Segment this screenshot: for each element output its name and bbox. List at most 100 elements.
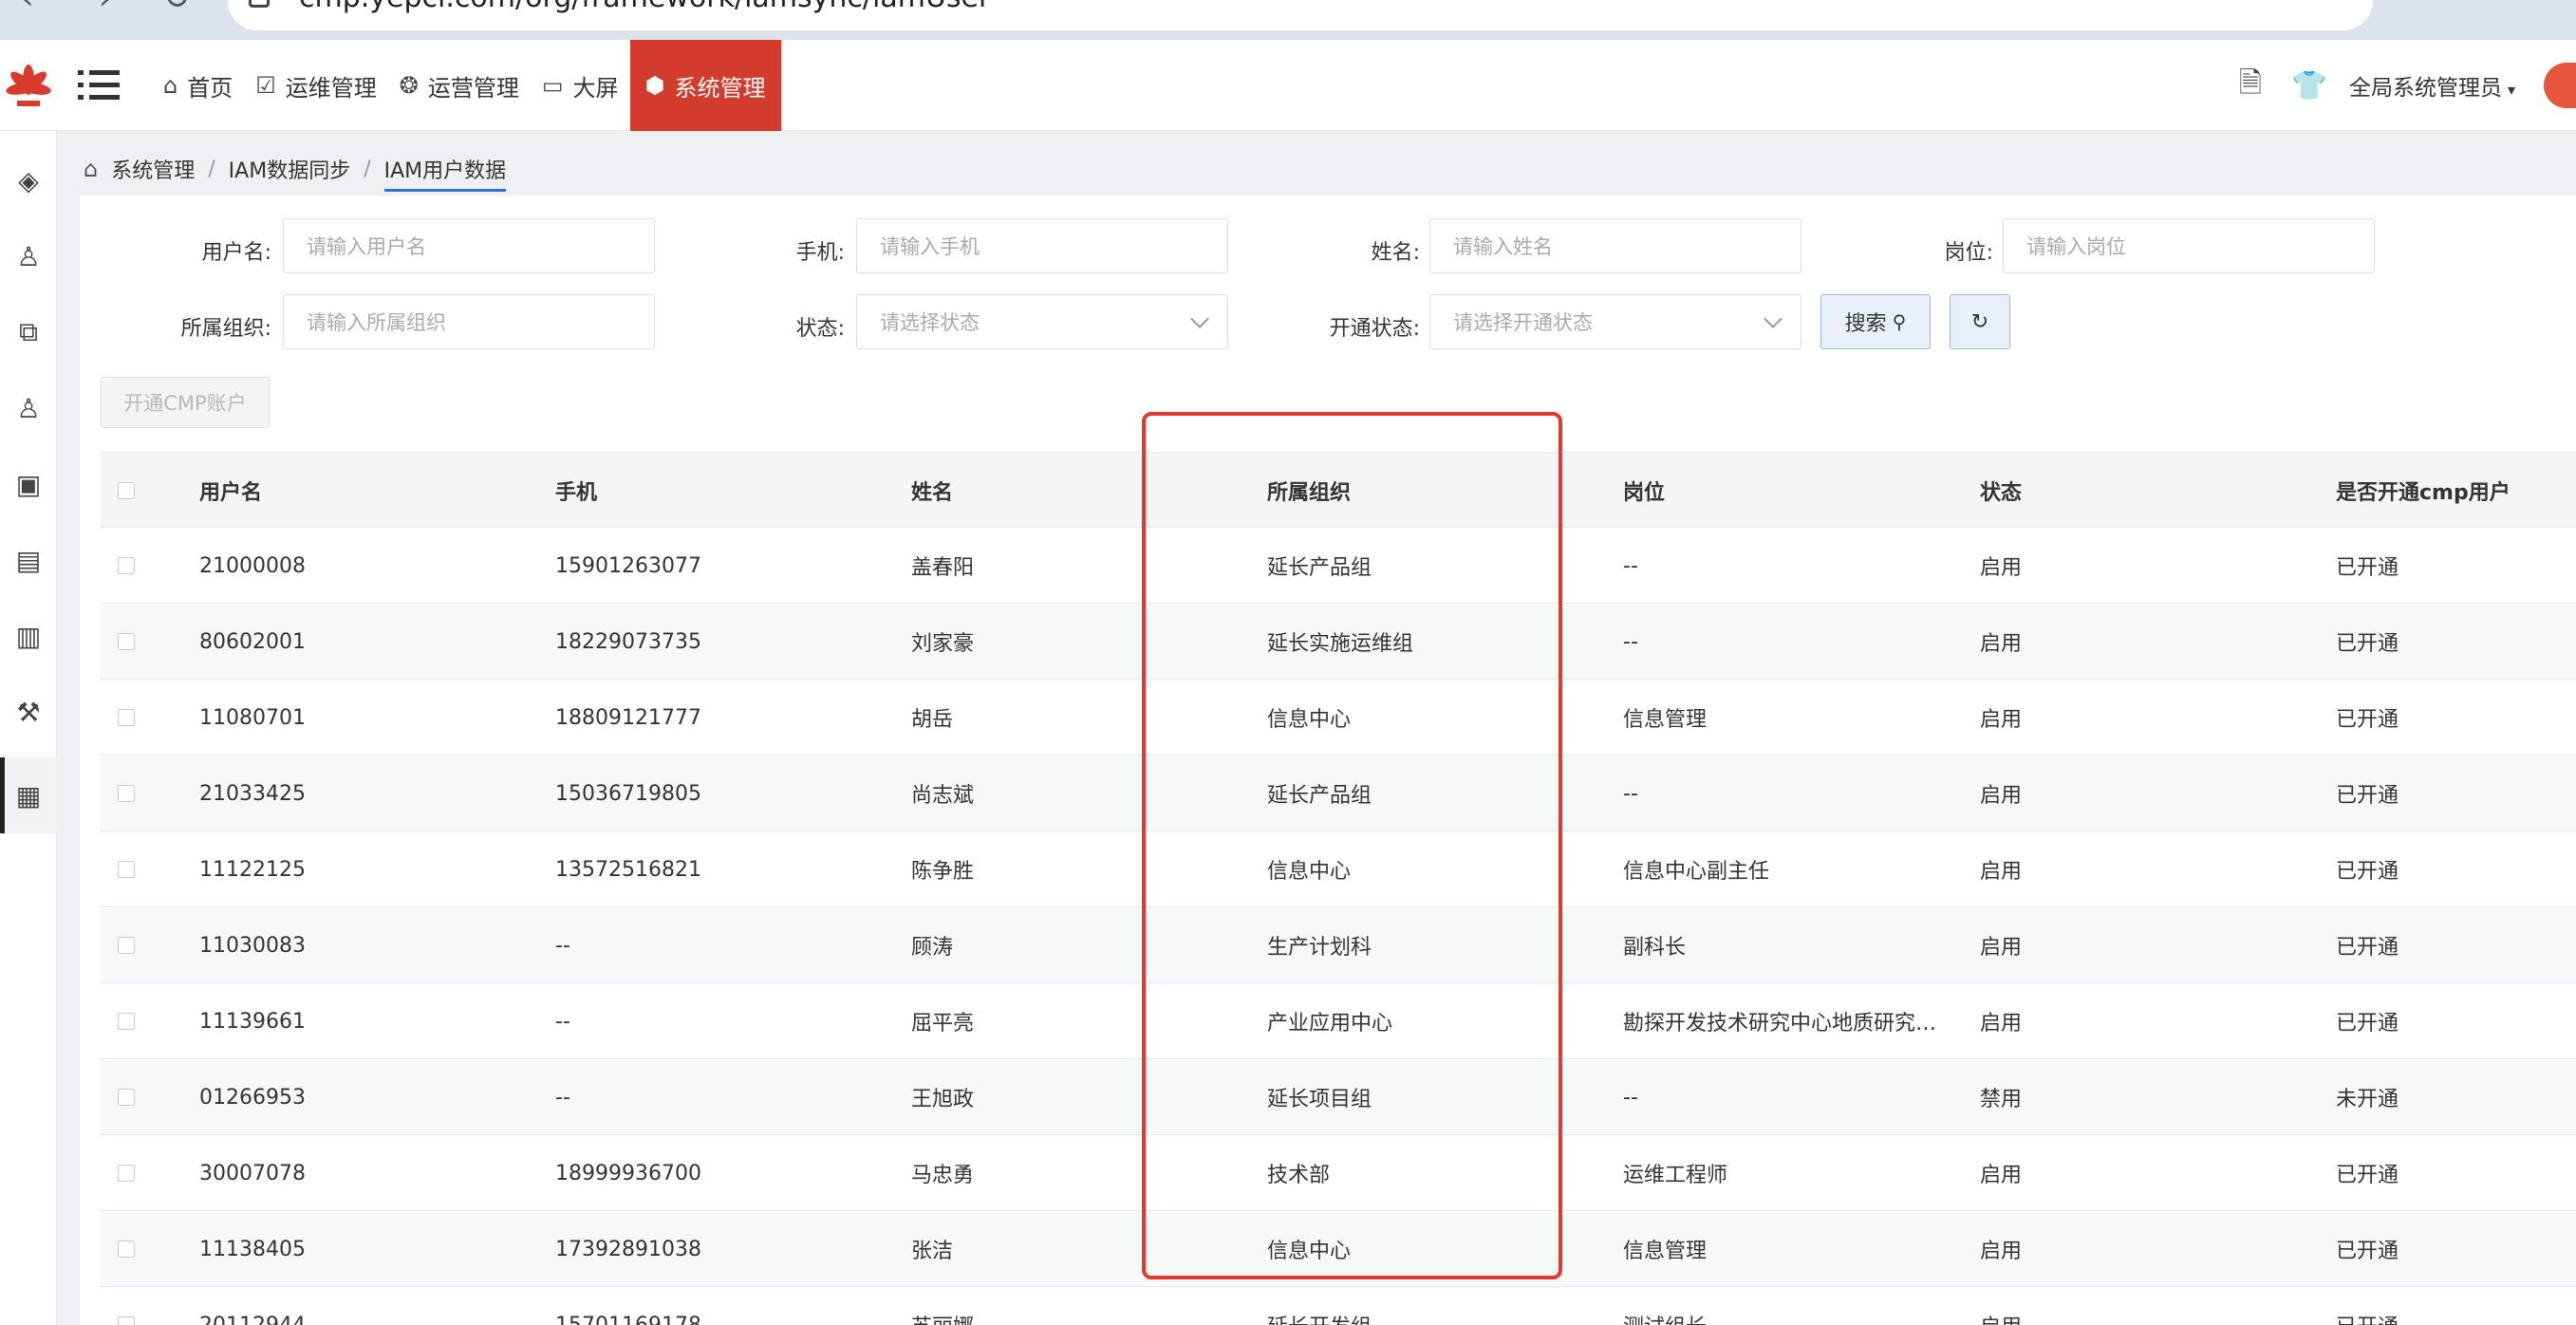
breadcrumb-item[interactable]: IAM数据同步 xyxy=(229,154,351,184)
open-status-select[interactable]: 请选择开通状态 xyxy=(1429,294,1801,349)
url-text: cmp.yepci.com/org/framework/iamsync/iamU… xyxy=(299,0,990,14)
post-input[interactable]: 请输入岗位 xyxy=(2003,218,2375,273)
open-status-label: 开通状态: xyxy=(1329,317,1420,341)
cell-status: 启用 xyxy=(1980,936,2023,960)
status-select[interactable]: 请选择状态 xyxy=(856,294,1228,349)
column-header-name[interactable]: 姓名 xyxy=(911,453,953,529)
nav-tab-label: 首页 xyxy=(187,74,233,102)
row-checkbox[interactable] xyxy=(118,1165,135,1182)
table-row[interactable]: 11139661 -- 屈平亮 产业应用中心 勘探开发技术研究中心地质研究… 启用 已开通 xyxy=(101,983,2576,1059)
chevron-down-icon xyxy=(1190,309,1209,328)
cell-org: 信息中心 xyxy=(1267,1240,1352,1263)
row-checkbox[interactable] xyxy=(118,1013,135,1030)
nav-tab-bigscreen[interactable]: ▭ 大屏 xyxy=(531,40,630,131)
cell-name: 刘家豪 xyxy=(911,632,975,656)
content-panel: 用户名: 请输入用户名 手机: 请输入手机 姓名: 请输入姓名 岗位: 请输入岗… xyxy=(80,196,2576,1325)
cell-cmp: 已开通 xyxy=(2336,1240,2399,1263)
user-list-icon[interactable]: ♙ xyxy=(0,370,57,446)
org-tree-icon[interactable]: ⧉ xyxy=(0,294,57,370)
cell-org: 信息中心 xyxy=(1267,708,1352,732)
table-row[interactable]: 20112944 15701169178 苏丽娜 延长开发组 测试组长启用 已开通 xyxy=(101,1287,2576,1325)
cell-username: 11030083 xyxy=(199,933,306,958)
home-icon[interactable]: ⌂ xyxy=(84,156,98,182)
row-checkbox[interactable] xyxy=(118,1316,135,1325)
row-checkbox[interactable] xyxy=(118,557,135,574)
reload-icon[interactable]: ↻ xyxy=(163,0,191,17)
reset-button[interactable]: ↻ xyxy=(1950,294,2010,349)
back-icon[interactable]: ‹ xyxy=(21,0,34,17)
layers-icon[interactable]: ◈ xyxy=(0,142,57,218)
open-cmp-account-button[interactable]: 开通CMP账户 xyxy=(101,377,270,428)
cell-post: 运维工程师 xyxy=(1623,1164,1728,1187)
cell-phone: 18809121777 xyxy=(555,705,701,730)
cell-org: 技术部 xyxy=(1267,1164,1331,1187)
cell-username: 11122125 xyxy=(199,857,306,882)
table-row[interactable]: 21033425 15036719805 尚志斌 延长产品组 -- 启用 已开通 xyxy=(101,756,2576,831)
column-header-org[interactable]: 所属组织 xyxy=(1267,453,1351,529)
row-checkbox[interactable] xyxy=(118,1241,135,1258)
cell-org: 产业应用中心 xyxy=(1267,1012,1393,1036)
table-header: 用户名 手机 姓名 所属组织 岗位 状态 是否开通cmp用户 xyxy=(101,452,2576,528)
shirt-icon[interactable]: 👕 xyxy=(2290,66,2328,104)
column-header-status[interactable]: 状态 xyxy=(1980,453,2022,529)
table-row[interactable]: 11138405 17392891038 张洁 信息中心 信息管理 启用 已开通 xyxy=(101,1211,2576,1287)
cell-username: 80602001 xyxy=(199,629,306,654)
nav-tab-ops[interactable]: ☑ 运维管理 xyxy=(244,40,388,131)
table-row[interactable]: 11030083 -- 顾涛 生产计划科 副科长 启用 已开通 xyxy=(101,907,2576,983)
forward-icon[interactable]: › xyxy=(99,0,112,17)
breadcrumb-separator: / xyxy=(364,157,371,181)
cell-name: 屈平亮 xyxy=(911,1012,975,1036)
row-checkbox[interactable] xyxy=(118,709,135,726)
cell-org: 延长产品组 xyxy=(1267,784,1372,808)
table-row[interactable]: 11080701 18809121777 胡岳 信息中心 信息管理 启用 已开通 xyxy=(101,680,2576,756)
name-input[interactable]: 请输入姓名 xyxy=(1429,218,1801,273)
cell-post: 信息管理 xyxy=(1623,708,1708,732)
column-header-post[interactable]: 岗位 xyxy=(1623,453,1951,529)
table-row[interactable]: 11122125 13572516821 陈争胜 信息中心 信息中心副主任 启用 已开通 xyxy=(101,831,2576,907)
table-row[interactable]: 21000008 15901263077 盖春阳 延长产品组 -- 启用 已开通 xyxy=(101,528,2576,604)
cell-username: 11139661 xyxy=(199,1009,306,1034)
column-header-phone[interactable]: 手机 xyxy=(555,453,597,529)
report-icon[interactable]: ▦ xyxy=(0,757,57,833)
cell-username: 21033425 xyxy=(199,781,306,806)
user-icon[interactable]: ♙ xyxy=(0,218,57,294)
nav-tab-operation[interactable]: ❂ 运营管理 xyxy=(388,40,531,131)
display-icon[interactable]: ▥ xyxy=(0,598,57,674)
table-row[interactable]: 80602001 18229073735 刘家豪 延长实施运维组 -- 启用 已开通 xyxy=(101,604,2576,680)
cell-phone: -- xyxy=(555,1085,570,1110)
row-checkbox[interactable] xyxy=(118,1089,135,1106)
table-row[interactable]: 30007078 18999936700 马忠勇 技术部 运维工程师 启用 已开通 xyxy=(101,1135,2576,1211)
row-checkbox[interactable] xyxy=(118,937,135,954)
table-row[interactable]: 01266953 -- 王旭政 延长项目组 -- 禁用 未开通 xyxy=(101,1059,2576,1135)
row-checkbox[interactable] xyxy=(118,633,135,650)
cell-cmp: 已开通 xyxy=(2336,1287,2399,1325)
nav-tab-system[interactable]: ⬢ 系统管理 xyxy=(629,40,781,131)
document-clock-icon[interactable]: 🗎 xyxy=(2231,66,2269,104)
search-button[interactable]: 搜索 ⚲ xyxy=(1820,294,1931,349)
site-info-icon[interactable] xyxy=(249,0,270,8)
breadcrumb-current[interactable]: IAM用户数据 xyxy=(383,154,506,192)
select-all-checkbox[interactable] xyxy=(118,482,135,499)
user-menu[interactable]: 全局系统管理员 ▾ xyxy=(2349,69,2515,102)
avatar[interactable] xyxy=(2544,63,2576,108)
username-input[interactable]: 请输入用户名 xyxy=(283,218,655,273)
column-header-username[interactable]: 用户名 xyxy=(199,453,262,529)
row-checkbox[interactable] xyxy=(118,785,135,802)
contacts-icon[interactable]: ▣ xyxy=(0,446,57,522)
tools-icon[interactable]: ⚒ xyxy=(0,674,57,750)
cell-phone: -- xyxy=(555,933,570,958)
row-checkbox[interactable] xyxy=(118,861,135,878)
cell-post: 副科长 xyxy=(1623,936,1687,960)
cell-username: 11080701 xyxy=(199,705,306,730)
monitor-icon[interactable]: ▤ xyxy=(0,522,57,598)
menu-toggle-icon[interactable] xyxy=(78,66,121,104)
cell-name: 马忠勇 xyxy=(911,1164,975,1187)
user-table: 用户名 手机 姓名 所属组织 岗位 状态 是否开通cmp用户 21000008 1… xyxy=(101,452,2576,1325)
phone-input[interactable]: 请输入手机 xyxy=(856,218,1228,273)
org-label: 所属组织: xyxy=(180,317,271,341)
refresh-icon: ↻ xyxy=(1970,309,1989,334)
column-header-cmp[interactable]: 是否开通cmp用户 xyxy=(2336,453,2511,529)
org-input[interactable]: 请输入所属组织 xyxy=(283,294,655,349)
nav-tab-home[interactable]: ⌂ 首页 xyxy=(152,40,244,131)
breadcrumb-item[interactable]: 系统管理 xyxy=(111,154,195,184)
